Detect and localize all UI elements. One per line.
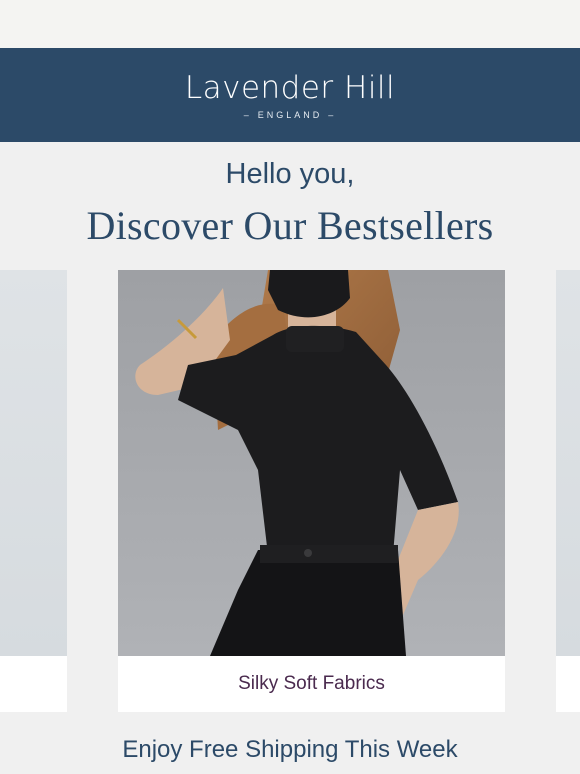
- greeting-text: Hello you,: [225, 158, 355, 190]
- dash-right: –: [328, 110, 337, 120]
- product-caption[interactable]: Silky Soft Fabrics: [118, 656, 505, 712]
- dash-left: –: [243, 110, 252, 120]
- prev-card-caption: [0, 656, 67, 712]
- prev-card-image: [0, 270, 67, 656]
- next-card-image: [556, 270, 580, 656]
- brand-subtitle-text: ENGLAND: [257, 110, 323, 120]
- brand-header[interactable]: Lavender Hill – ENGLAND –: [0, 48, 580, 142]
- product-image[interactable]: [118, 270, 505, 656]
- shipping-promo-text: Enjoy Free Shipping This Week: [122, 736, 458, 763]
- carousel-prev-card[interactable]: [0, 270, 67, 712]
- brand-subtitle: – ENGLAND –: [0, 110, 580, 120]
- carousel-current-card[interactable]: Silky Soft Fabrics: [118, 270, 505, 712]
- next-card-caption: [556, 656, 580, 712]
- headline-text: Discover Our Bestsellers: [86, 203, 494, 248]
- model-illustration: [118, 270, 505, 656]
- top-strip: [0, 0, 580, 48]
- brand-logo-text[interactable]: Lavender Hill: [0, 70, 580, 106]
- carousel-next-card[interactable]: [556, 270, 580, 712]
